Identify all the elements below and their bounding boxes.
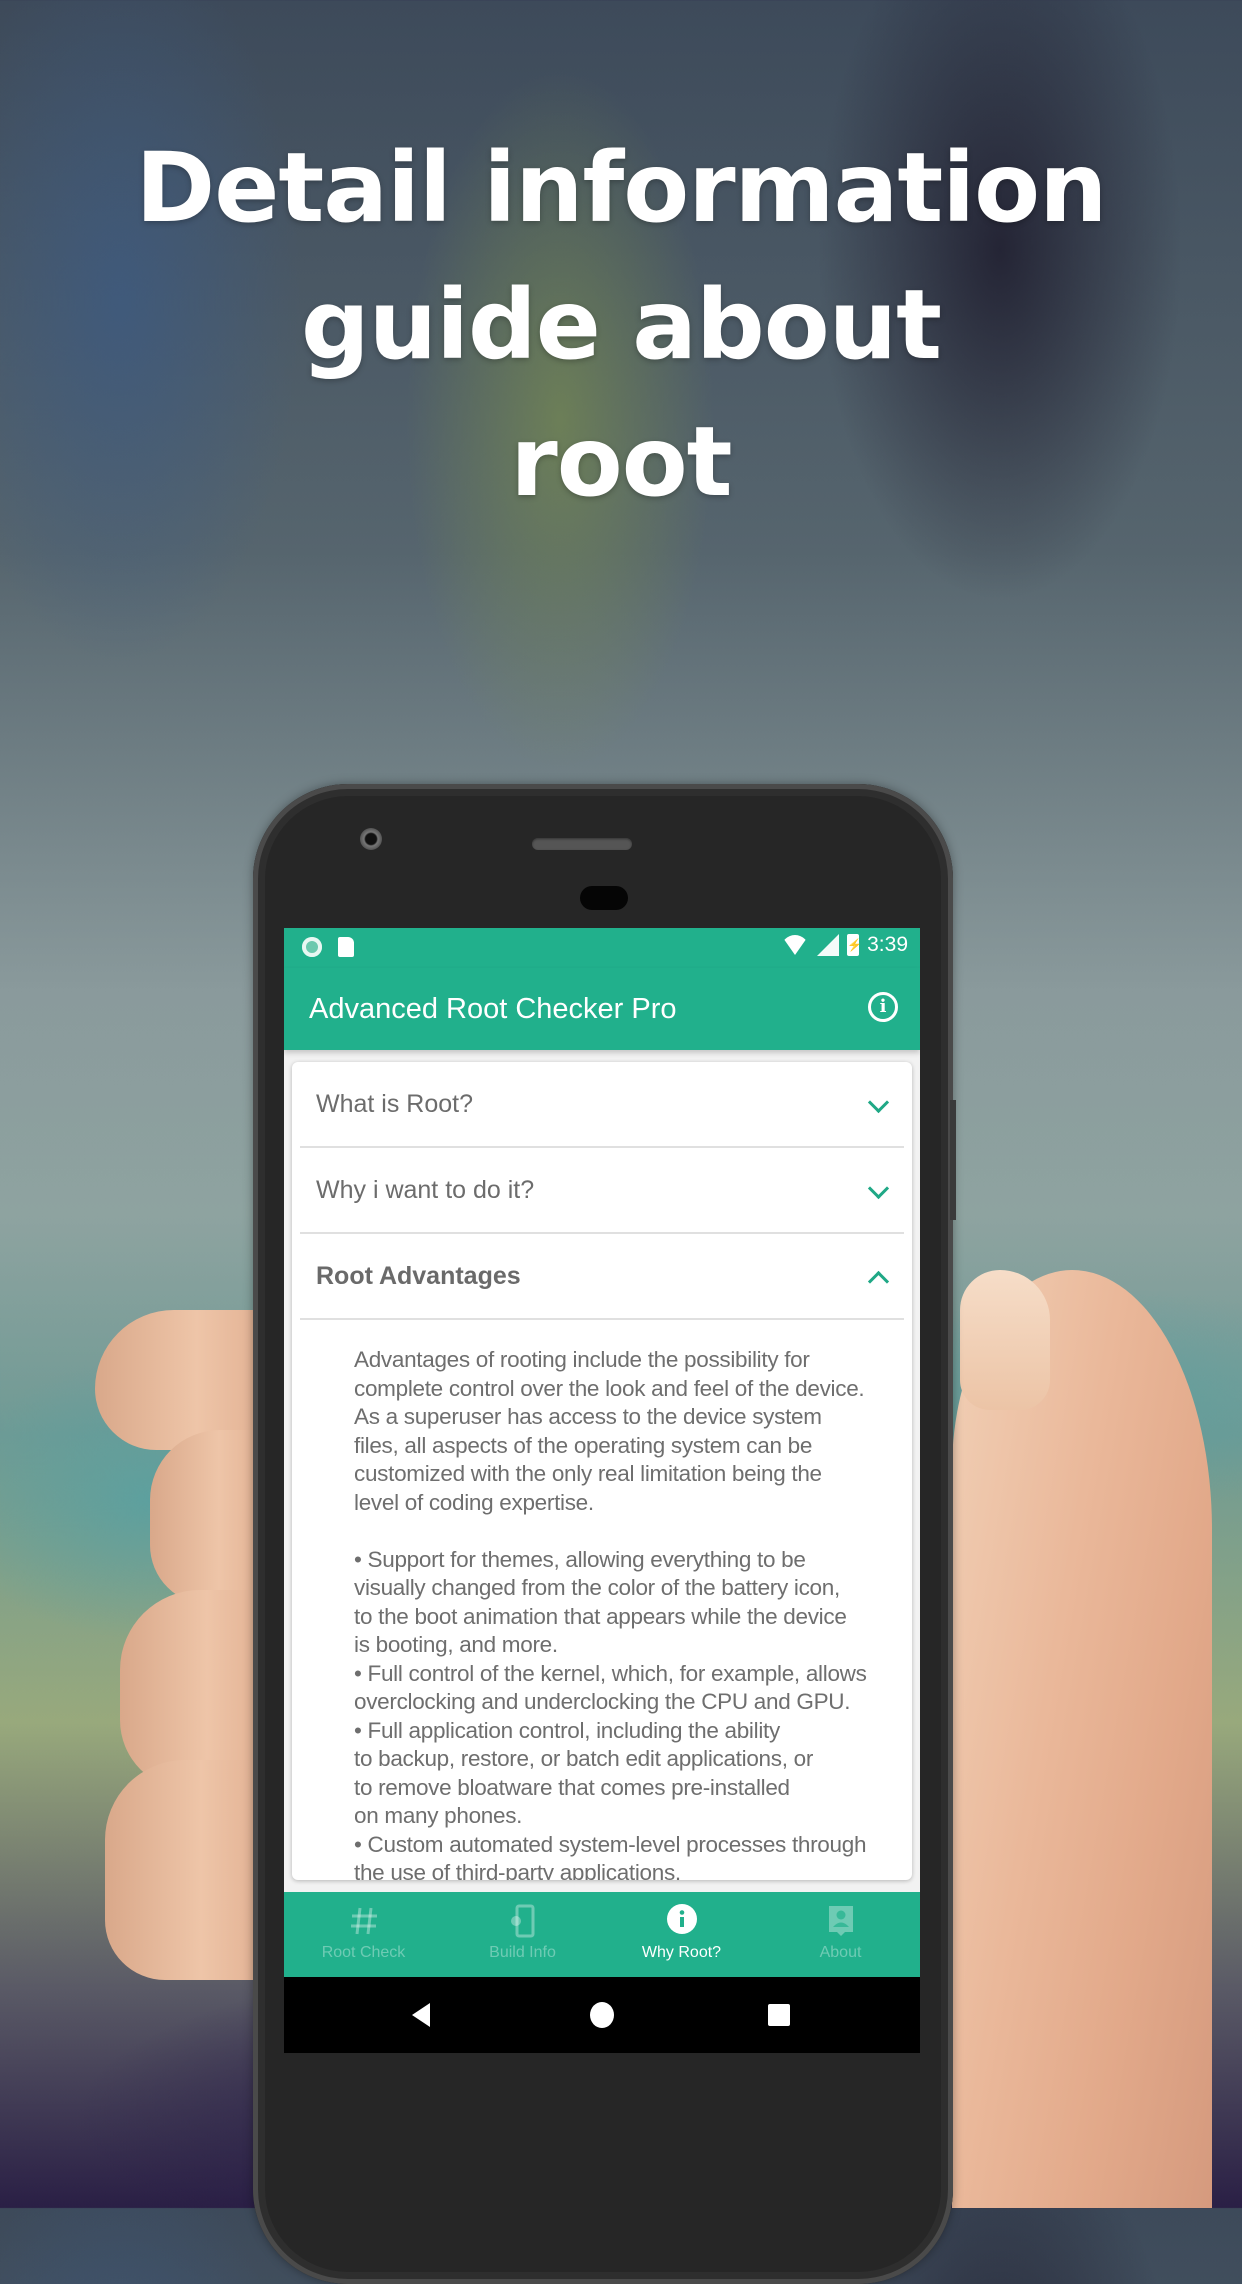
finger-2 (150, 1430, 265, 1605)
nav-label: About (819, 1944, 862, 1961)
system-navigation-bar (284, 1977, 920, 2053)
nav-label: Root Check (321, 1944, 406, 1961)
nav-tab-build-info[interactable]: Build Info (443, 1892, 602, 1977)
info-icon: i (879, 996, 887, 1017)
cell-signal-icon (817, 934, 840, 956)
back-button[interactable] (412, 2003, 430, 2027)
headline-line-2: guide about (301, 269, 942, 381)
contact-icon (828, 1906, 853, 1936)
accordion-item-what-is-root[interactable]: What is Root? (300, 1062, 904, 1148)
accordion-item-why-root[interactable]: Why i want to do it? (300, 1148, 904, 1234)
chevron-down-icon (867, 1177, 890, 1200)
chevron-down-icon (867, 1091, 890, 1114)
recents-button[interactable] (768, 2004, 790, 2026)
accordion-card: What is Root? Why i want to do it? Root … (292, 1062, 912, 1880)
app-title: Advanced Root Checker Pro (309, 993, 677, 1025)
hand-thumb (952, 1270, 1212, 2208)
info-button[interactable]: i (868, 992, 898, 1022)
finger-1 (95, 1310, 265, 1450)
accordion-label: What is Root? (316, 1090, 474, 1118)
phone-settings-icon (510, 1904, 534, 1938)
headline-line-3: root (510, 406, 732, 518)
home-button[interactable] (590, 2002, 614, 2028)
accordion-label: Why i want to do it? (316, 1176, 535, 1204)
notification-dot-icon (302, 937, 322, 957)
phone-screen: 3:39 Advanced Root Checker Pro i What is… (284, 928, 920, 2053)
front-camera-icon (360, 828, 382, 850)
accordion-body-root-advantages: Advantages of rooting include the possib… (354, 1347, 867, 1880)
proximity-sensor (580, 886, 628, 910)
nav-tab-root-check[interactable]: Root Check (284, 1892, 443, 1977)
battery-charging-icon (847, 934, 860, 956)
hash-icon (350, 1907, 377, 1935)
bottom-navigation: Root Check Build Info Why Root? About (284, 1892, 920, 1977)
promo-headline: Detail information guide about root (0, 120, 1242, 531)
nav-label: Build Info (489, 1944, 556, 1961)
earpiece-speaker (532, 838, 632, 850)
nav-tab-about[interactable]: About (761, 1892, 920, 1977)
thumb-tip (960, 1270, 1050, 1410)
status-time: 3:39 (867, 933, 908, 956)
nav-label: Why Root? (641, 1944, 722, 1961)
headline-line-1: Detail information (135, 132, 1108, 244)
accordion-label: Root Advantages (316, 1262, 521, 1290)
finger-4 (105, 1760, 265, 1980)
nav-tab-why-root[interactable]: Why Root? (602, 1892, 761, 1977)
status-bar: 3:39 (284, 928, 920, 968)
info-icon (666, 1904, 697, 1934)
app-bar: Advanced Root Checker Pro i (284, 968, 920, 1050)
chevron-up-icon (867, 1270, 890, 1293)
accordion-item-root-advantages[interactable]: Root Advantages (300, 1234, 904, 1320)
wifi-off-icon (781, 935, 810, 955)
sd-card-icon (338, 937, 354, 957)
phone-side-button (950, 1100, 956, 1220)
